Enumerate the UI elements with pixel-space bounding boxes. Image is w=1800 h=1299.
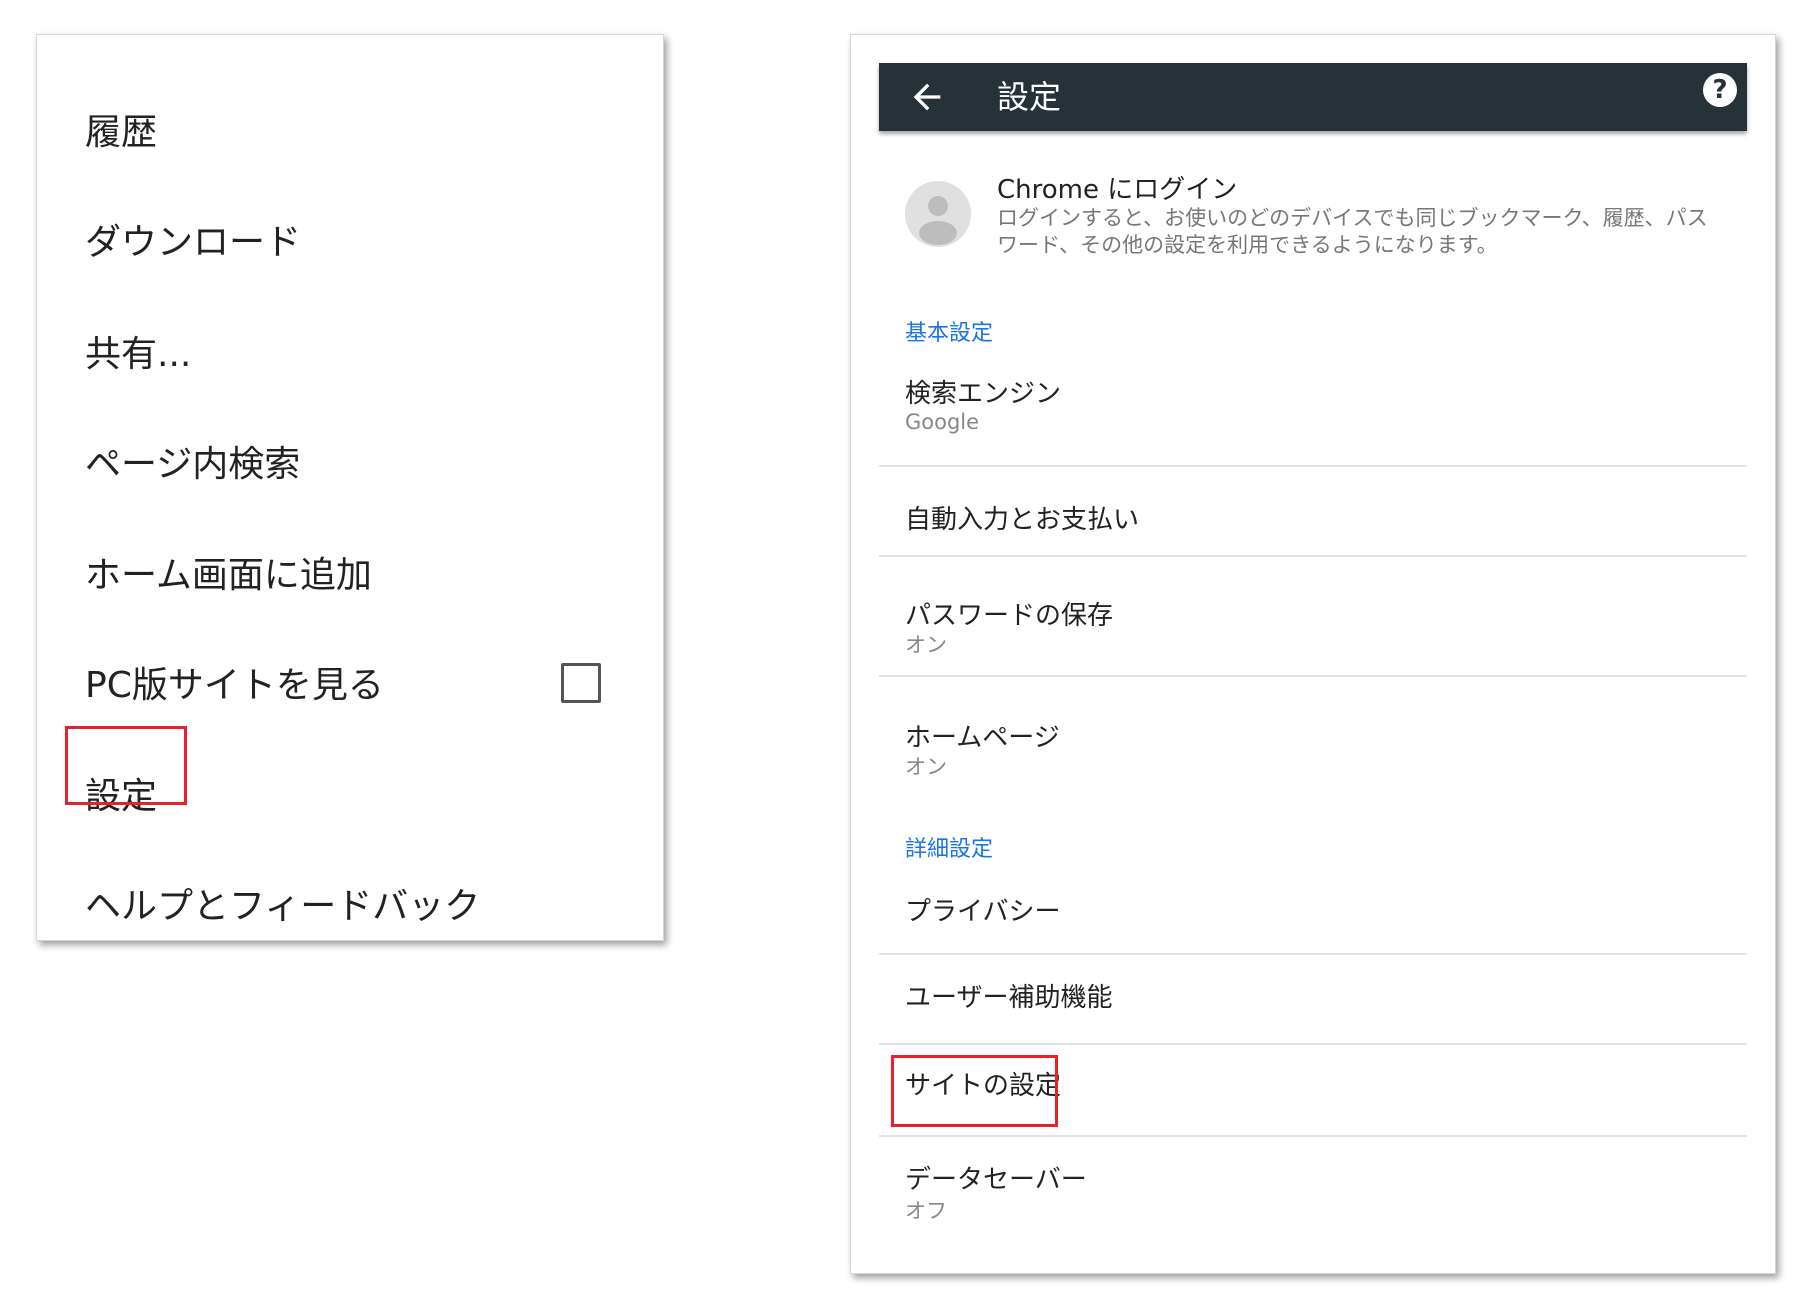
- menu-item-label: ページ内検索: [85, 444, 301, 485]
- setting-homepage[interactable]: ホームページ オン: [879, 677, 1747, 797]
- setting-subtitle: オン: [905, 755, 947, 779]
- setting-passwords[interactable]: パスワードの保存 オン: [879, 557, 1747, 675]
- menu-item-find-in-page[interactable]: ページ内検索: [85, 429, 615, 493]
- avatar-icon: [905, 181, 971, 247]
- settings-screen: 設定 ? Chrome にログイン ログインすると、お使いのどのデバイスでも同じ…: [850, 34, 1776, 1274]
- setting-subtitle: オン: [905, 633, 947, 657]
- menu-item-help-feedback[interactable]: ヘルプとフィードバック: [85, 871, 615, 935]
- settings-highlight-box: [65, 726, 187, 805]
- menu-item-history[interactable]: 履歴: [85, 97, 615, 161]
- setting-autofill[interactable]: 自動入力とお支払い: [879, 467, 1747, 555]
- menu-item-label: PC版サイトを見る: [85, 665, 384, 706]
- setting-title: パスワードの保存: [905, 601, 1114, 631]
- menu-item-label: ヘルプとフィードバック: [85, 886, 481, 927]
- setting-accessibility[interactable]: ユーザー補助機能: [879, 955, 1747, 1043]
- menu-item-label: 共有...: [85, 334, 192, 375]
- page-title: 設定: [997, 78, 1062, 116]
- desktop-site-checkbox[interactable]: [561, 663, 601, 703]
- chrome-login-row[interactable]: Chrome にログイン ログインすると、お使いのどのデバイスでも同じブックマー…: [879, 147, 1747, 297]
- login-title: Chrome にログイン: [997, 175, 1238, 205]
- setting-title: 自動入力とお支払い: [905, 505, 1140, 535]
- setting-title: 検索エンジン: [905, 379, 1062, 409]
- login-description: ログインすると、お使いのどのデバイスでも同じブックマーク、履歴、パスワード、その…: [997, 206, 1708, 257]
- menu-item-downloads[interactable]: ダウンロード: [85, 207, 615, 271]
- menu-item-share[interactable]: 共有...: [85, 319, 615, 383]
- setting-data-saver[interactable]: データセーバー オフ: [879, 1137, 1747, 1257]
- app-bar: 設定 ?: [879, 63, 1747, 131]
- menu-item-label: ダウンロード: [85, 222, 302, 263]
- setting-subtitle: オフ: [905, 1199, 947, 1223]
- setting-search-engine[interactable]: 検索エンジン Google: [879, 353, 1747, 473]
- section-header-basic: 基本設定: [905, 321, 994, 346]
- menu-item-label: 履歴: [85, 112, 158, 153]
- help-icon[interactable]: ?: [1703, 73, 1737, 107]
- setting-title: ホームページ: [905, 723, 1060, 753]
- setting-privacy[interactable]: プライバシー: [879, 869, 1747, 953]
- setting-title: データセーバー: [905, 1165, 1087, 1195]
- setting-title: ユーザー補助機能: [905, 983, 1113, 1013]
- menu-item-label: ホーム画面に追加: [85, 555, 372, 596]
- setting-title: プライバシー: [905, 897, 1061, 927]
- site-settings-highlight-box: [891, 1055, 1058, 1127]
- arrow-back-icon[interactable]: [907, 77, 947, 117]
- setting-subtitle: Google: [905, 410, 980, 434]
- menu-item-add-to-home[interactable]: ホーム画面に追加: [85, 540, 615, 604]
- menu-item-desktop-site[interactable]: PC版サイトを見る: [85, 650, 615, 714]
- overflow-menu: 履歴 ダウンロード 共有... ページ内検索 ホーム画面に追加 PC版サイトを見…: [36, 34, 664, 941]
- section-header-advanced: 詳細設定: [905, 837, 994, 862]
